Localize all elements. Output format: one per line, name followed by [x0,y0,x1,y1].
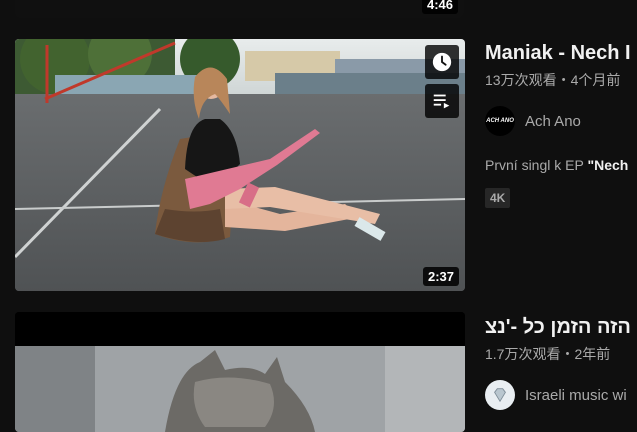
thumbnail-image [15,312,465,432]
duration-badge: 4:46 [421,0,458,14]
description-bold-text: "Nech [587,157,629,173]
channel-avatar[interactable] [485,380,515,410]
add-to-queue-icon [433,94,450,109]
description-text: První singl k EP [485,157,588,173]
avatar-logo-text: ACH ANO [486,117,514,124]
duration-badge: 2:37 [422,267,459,286]
thumbnail-image [15,39,465,291]
channel-avatar[interactable]: ACH ANO [485,106,515,136]
channel-link[interactable]: Israeli music wi [485,380,627,410]
video-title[interactable]: Maniak - Nech I [485,40,631,66]
video-description: První singl k EP "Nech [485,157,628,173]
video-meta: 13万次观看・4个月前 [485,72,621,88]
clock-icon [432,52,452,72]
diamond-icon [494,388,506,403]
video-meta: 1.7万次观看・2年前 [485,346,611,362]
video-thumbnail[interactable]: 2:37 [15,39,465,291]
channel-name: Israeli music wi [525,386,627,404]
channel-name: Ach Ano [525,112,581,130]
video-thumbnail[interactable] [15,312,465,432]
quality-badge: 4K [485,188,511,208]
video-thumbnail-top[interactable]: 4:46 [15,0,464,18]
watch-later-button[interactable] [425,45,459,79]
add-to-queue-button[interactable] [425,84,459,118]
video-title[interactable]: הזה הזמן כל -'נצ [485,314,631,340]
channel-link[interactable]: ACH ANO Ach Ano [485,106,581,136]
